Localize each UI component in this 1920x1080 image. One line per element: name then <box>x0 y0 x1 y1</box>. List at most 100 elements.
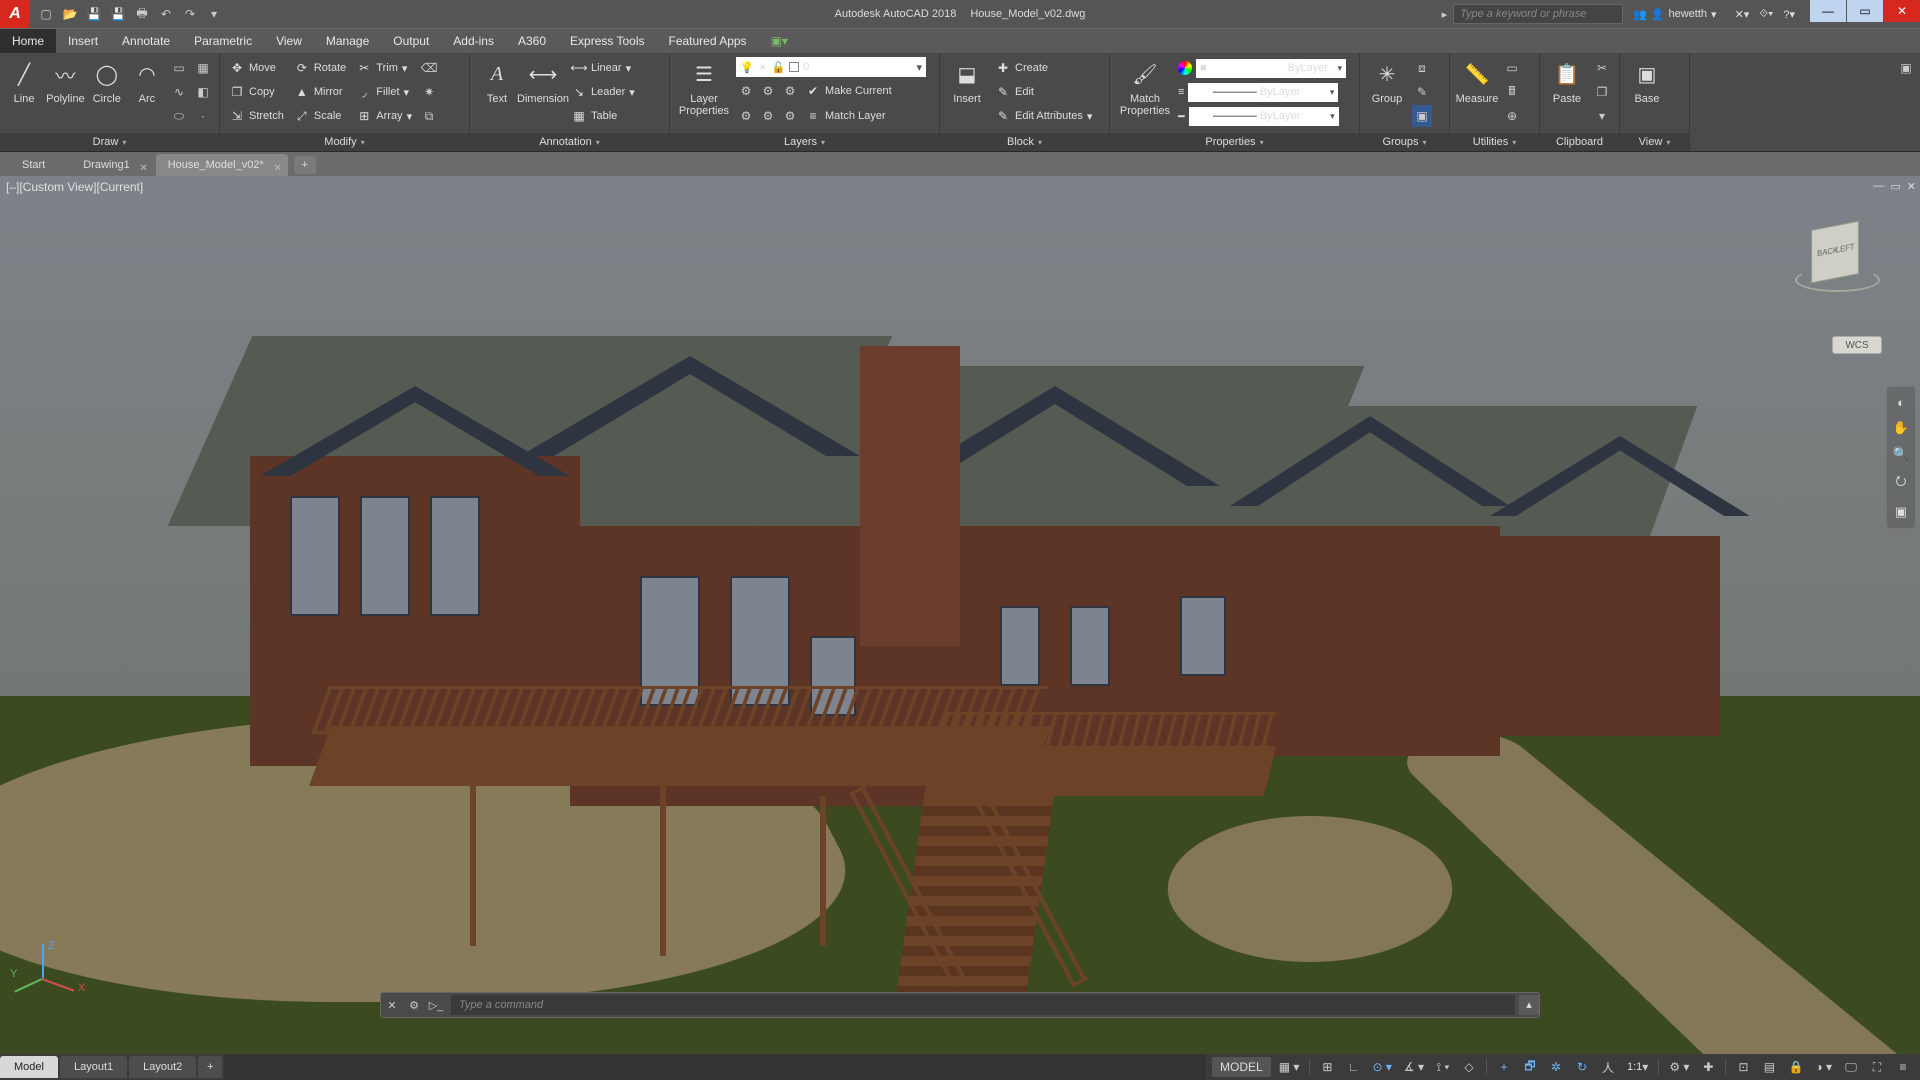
nav-wheel-icon[interactable]: ◐ <box>1897 395 1905 410</box>
layer-properties-button[interactable]: ☰Layer Properties <box>676 57 732 117</box>
modelspace-button[interactable]: MODEL <box>1212 1057 1271 1077</box>
tab-expresstools[interactable]: Express Tools <box>558 29 656 53</box>
user-menu-dd[interactable]: ▾ <box>1711 8 1717 21</box>
offset-icon[interactable]: ⧉ <box>419 105 439 127</box>
vp-close-icon[interactable]: ✕ <box>1907 180 1916 193</box>
panel-modify-title[interactable]: Modify <box>324 133 356 151</box>
laythw-icon[interactable]: ⚙ <box>758 105 778 127</box>
block-edit-button[interactable]: ✎Edit <box>992 81 1095 103</box>
cmd-history-icon[interactable]: ▴ <box>1519 995 1539 1015</box>
ucs-axis-gizmo[interactable]: Z X Y <box>14 944 74 1004</box>
panel-block-title[interactable]: Block <box>1007 133 1034 151</box>
copy-clip-icon[interactable]: ❐ <box>1592 81 1612 103</box>
tab-focus-icon[interactable]: ▣▾ <box>759 29 800 53</box>
isodraft-icon[interactable]: ∡ ▾ <box>1400 1057 1428 1077</box>
nav-zoom-icon[interactable]: 🔍 <box>1893 446 1909 462</box>
layiso-icon[interactable]: ⚙ <box>780 80 800 102</box>
3dosnap-icon[interactable]: ◇ <box>1458 1057 1480 1077</box>
annotation-scale[interactable]: 1:1 ▾ <box>1623 1057 1652 1077</box>
infocenter-search[interactable]: Type a keyword or phrase <box>1453 4 1623 24</box>
tab-addins[interactable]: Add-ins <box>441 29 506 53</box>
paste-button[interactable]: 📋Paste <box>1546 57 1588 105</box>
move-button[interactable]: ✥Move <box>226 57 287 79</box>
layout-add-button[interactable]: + <box>198 1056 222 1078</box>
measure-button[interactable]: 📏Measure <box>1456 57 1498 105</box>
layon-icon[interactable]: ⚙ <box>758 80 778 102</box>
tab-annotate[interactable]: Annotate <box>110 29 182 53</box>
spline-icon[interactable]: ∿ <box>169 81 189 103</box>
qat-more-icon[interactable]: ▾ <box>204 4 224 24</box>
panel-view-title[interactable]: View <box>1639 133 1663 151</box>
viewport[interactable]: [–][Custom View][Current] —▭✕ <box>0 176 1920 1054</box>
layout-layout1[interactable]: Layout1 <box>60 1056 127 1078</box>
units-icon[interactable]: ⊡ <box>1732 1057 1754 1077</box>
layfrz-icon[interactable]: ⚙ <box>736 105 756 127</box>
panel-clipboard-title[interactable]: Clipboard <box>1540 133 1619 151</box>
tab-a360[interactable]: A360 <box>506 29 558 53</box>
layer-combo[interactable]: 💡☀🔓 0 ▾ <box>736 57 926 77</box>
trim-button[interactable]: ✂Trim ▾ <box>353 57 415 79</box>
hardware-accel-icon[interactable]: 🖵 <box>1840 1057 1862 1077</box>
cmd-options-icon[interactable]: ⚙ <box>403 999 425 1012</box>
doctab-start[interactable]: Start <box>10 154 69 176</box>
rect-icon[interactable]: ▭ <box>169 57 189 79</box>
nav-orbit-icon[interactable]: ⭮ <box>1896 472 1907 494</box>
rotate-button[interactable]: ⟳Rotate <box>291 57 349 79</box>
cmd-close-icon[interactable]: ✕ <box>381 999 403 1012</box>
group-edit-icon[interactable]: ✎ <box>1412 81 1432 103</box>
scale-button[interactable]: ⤢Scale <box>291 105 349 127</box>
polar-icon[interactable]: ⊙ ▾ <box>1368 1057 1395 1077</box>
layoff-icon[interactable]: ⚙ <box>736 80 756 102</box>
copy-button[interactable]: ❐Copy <box>226 81 287 103</box>
minimize-button[interactable]: — <box>1810 0 1846 22</box>
qat-save-icon[interactable]: 💾 <box>84 4 104 24</box>
ribbon-expand-icon[interactable]: ▣ <box>1896 57 1916 79</box>
qat-open-icon[interactable]: 📂 <box>60 4 80 24</box>
fillet-button[interactable]: ◞Fillet ▾ <box>353 81 415 103</box>
panel-layers-title[interactable]: Layers <box>784 133 817 151</box>
group-bb-icon[interactable]: ▣ <box>1412 105 1432 127</box>
stayconnected-icon[interactable]: ⟐▾ <box>1759 8 1773 21</box>
calc-icon[interactable]: 🖩 <box>1502 81 1522 103</box>
tab-featuredapps[interactable]: Featured Apps <box>657 29 759 53</box>
block-create-button[interactable]: ✚Create <box>992 57 1095 79</box>
panel-draw-title[interactable]: Draw <box>93 133 119 151</box>
stretch-button[interactable]: ⇲Stretch <box>226 105 287 127</box>
make-current-button[interactable]: ✔Make Current <box>802 80 895 102</box>
edit-attributes-button[interactable]: ✎Edit Attributes ▾ <box>992 105 1095 127</box>
nav-showmotion-icon[interactable]: ▣ <box>1895 504 1907 520</box>
array-button[interactable]: ⊞Array ▾ <box>353 105 415 127</box>
viewcube-left[interactable]: LEFT <box>1836 242 1855 255</box>
app-menu-button[interactable]: A <box>0 0 30 28</box>
close-button[interactable]: ✕ <box>1884 0 1920 22</box>
clip-dd-icon[interactable]: ▾ <box>1592 105 1612 127</box>
user-account[interactable]: 👥 👤 hewetth ▾ <box>1633 8 1716 21</box>
tab-parametric[interactable]: Parametric <box>182 29 264 53</box>
laylck-icon[interactable]: ⚙ <box>780 105 800 127</box>
vp-max-icon[interactable]: ▭ <box>1890 180 1900 193</box>
panel-groups-title[interactable]: Groups <box>1382 133 1418 151</box>
polyline-button[interactable]: 〰Polyline <box>46 57 85 105</box>
layout-layout2[interactable]: Layout2 <box>129 1056 196 1078</box>
panel-annotation-title[interactable]: Annotation <box>539 133 592 151</box>
insert-block-button[interactable]: ⬓Insert <box>946 57 988 105</box>
erase-icon[interactable]: ⌫ <box>419 57 439 79</box>
tab-manage[interactable]: Manage <box>314 29 381 53</box>
command-input[interactable]: Type a command <box>451 995 1515 1015</box>
qat-redo-icon[interactable]: ↷ <box>180 4 200 24</box>
viewcube[interactable]: BACK LEFT <box>1795 216 1880 301</box>
customize-icon[interactable]: ≡ <box>1892 1057 1914 1077</box>
match-layer-button[interactable]: ≡Match Layer <box>802 105 889 127</box>
selection-cycling-icon[interactable]: ↻ <box>1571 1057 1593 1077</box>
linear-button[interactable]: ⟷Linear ▾ <box>568 57 638 79</box>
workspace-icon[interactable]: ⚙ ▾ <box>1665 1057 1693 1077</box>
cleanscreen-icon[interactable]: ⛶ <box>1866 1057 1888 1077</box>
table-button[interactable]: ▦Table <box>568 105 638 127</box>
linetype-icon[interactable]: ━ <box>1178 110 1185 123</box>
region-icon[interactable]: ◧ <box>193 81 213 103</box>
wcs-badge[interactable]: WCS <box>1832 336 1882 354</box>
qat-new-icon[interactable]: ▢ <box>36 4 56 24</box>
cut-icon[interactable]: ✂ <box>1592 57 1612 79</box>
ungroup-icon[interactable]: ⧈ <box>1412 57 1432 79</box>
group-button[interactable]: ✳Group <box>1366 57 1408 105</box>
